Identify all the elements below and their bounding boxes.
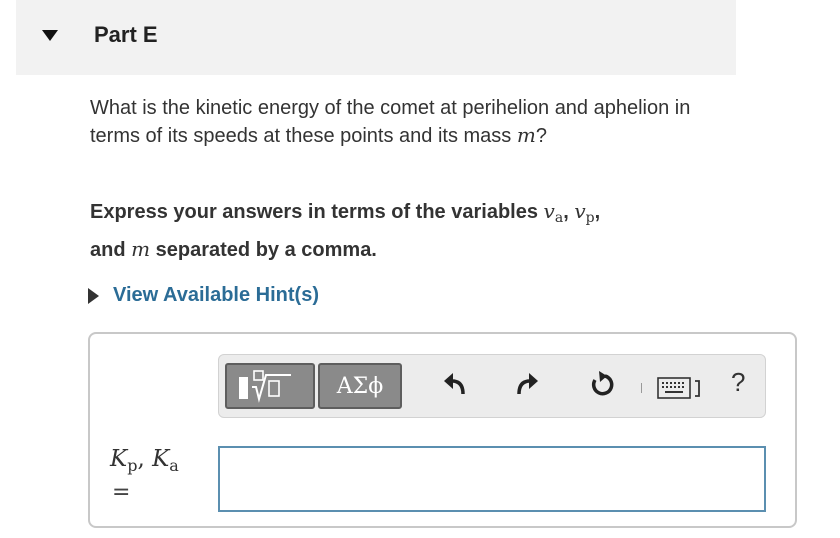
lhs-comma: , [137,446,145,472]
mass-variable: m [516,123,536,147]
instruction-body: Express your answers in terms of the var… [90,201,538,223]
reset-icon[interactable] [589,370,615,398]
part-title: Part E [94,22,158,47]
greek-symbols-button[interactable]: ΑΣϕ [318,363,402,409]
var-m: m [131,237,151,261]
answer-lhs: Kp, Ka [110,446,179,475]
templates-button[interactable] [225,363,315,409]
comma-1: , [563,201,569,223]
instruction-and: and [90,239,126,261]
question-body: What is the kinetic energy of the comet … [90,97,691,147]
help-button[interactable]: ? [731,367,745,398]
answer-area: ΑΣϕ ? Kp, Ka = [88,332,797,528]
var-vp: vp [574,199,595,226]
collapse-triangle-icon [42,30,58,41]
instruction-text: Express your answers in terms of the var… [90,196,730,266]
hint-label: View Available Hint(s) [113,284,319,306]
keyboard-icon[interactable] [657,377,703,399]
var-va: va [543,199,564,226]
question-text: What is the kinetic energy of the comet … [90,95,730,150]
part-e-header[interactable]: Part E [16,0,736,75]
var-va-letter: v [543,199,555,223]
templates-icon [239,370,291,403]
redo-icon[interactable] [516,373,538,397]
kp-sub: p [127,456,138,475]
comma-2: , [594,201,601,223]
ka-letter: K [152,446,170,472]
toolbar-divider [641,383,642,393]
answer-input[interactable] [218,446,766,512]
instruction-rest: separated by a comma. [155,239,377,261]
question-mark: ? [535,125,547,147]
var-vp-sub: p [585,210,595,226]
caret-right-icon [88,287,99,304]
kp-letter: K [110,446,128,472]
ka-sub: a [169,456,179,475]
equals-sign: = [112,480,131,505]
view-hints-link[interactable]: View Available Hint(s) [88,284,319,307]
var-vp-letter: v [574,199,586,223]
math-toolbar: ΑΣϕ ? [218,354,766,418]
var-va-sub: a [554,210,564,226]
undo-icon[interactable] [444,373,466,397]
